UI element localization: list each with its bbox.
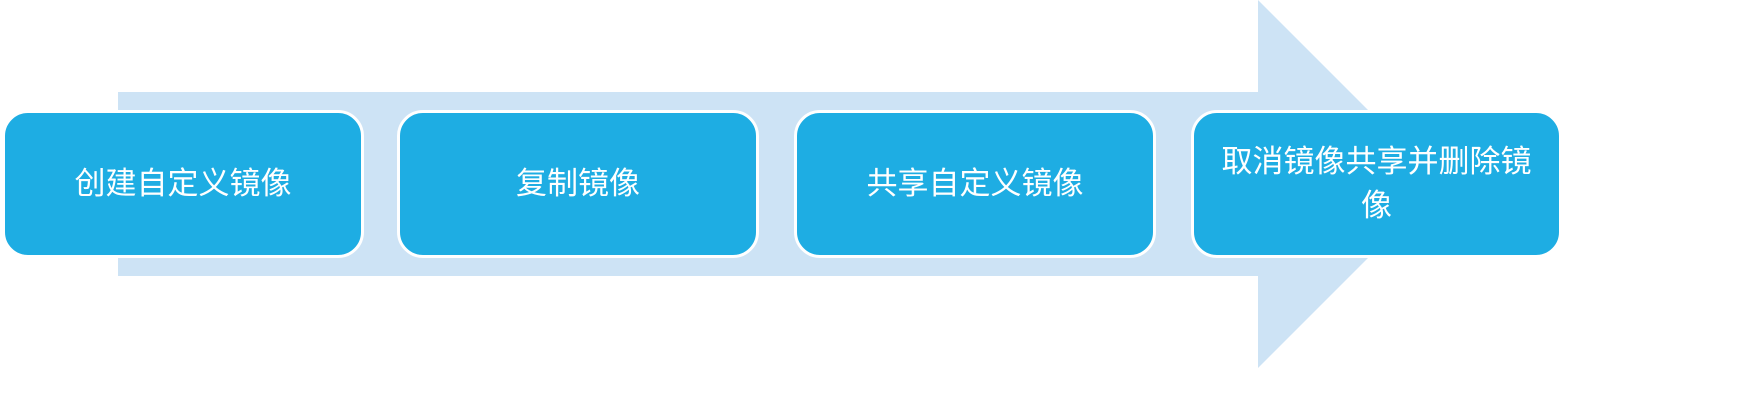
step-3-box: 共享自定义镜像	[794, 110, 1156, 258]
step-label: 复制镜像	[516, 166, 640, 202]
step-1-box: 创建自定义镜像	[2, 110, 364, 258]
step-4-box: 取消镜像共享并删除镜像	[1191, 110, 1562, 258]
step-label: 取消镜像共享并删除镜像	[1221, 144, 1532, 224]
step-2-box: 复制镜像	[397, 110, 759, 258]
step-label: 创建自定义镜像	[74, 166, 292, 202]
step-label: 共享自定义镜像	[866, 166, 1084, 202]
